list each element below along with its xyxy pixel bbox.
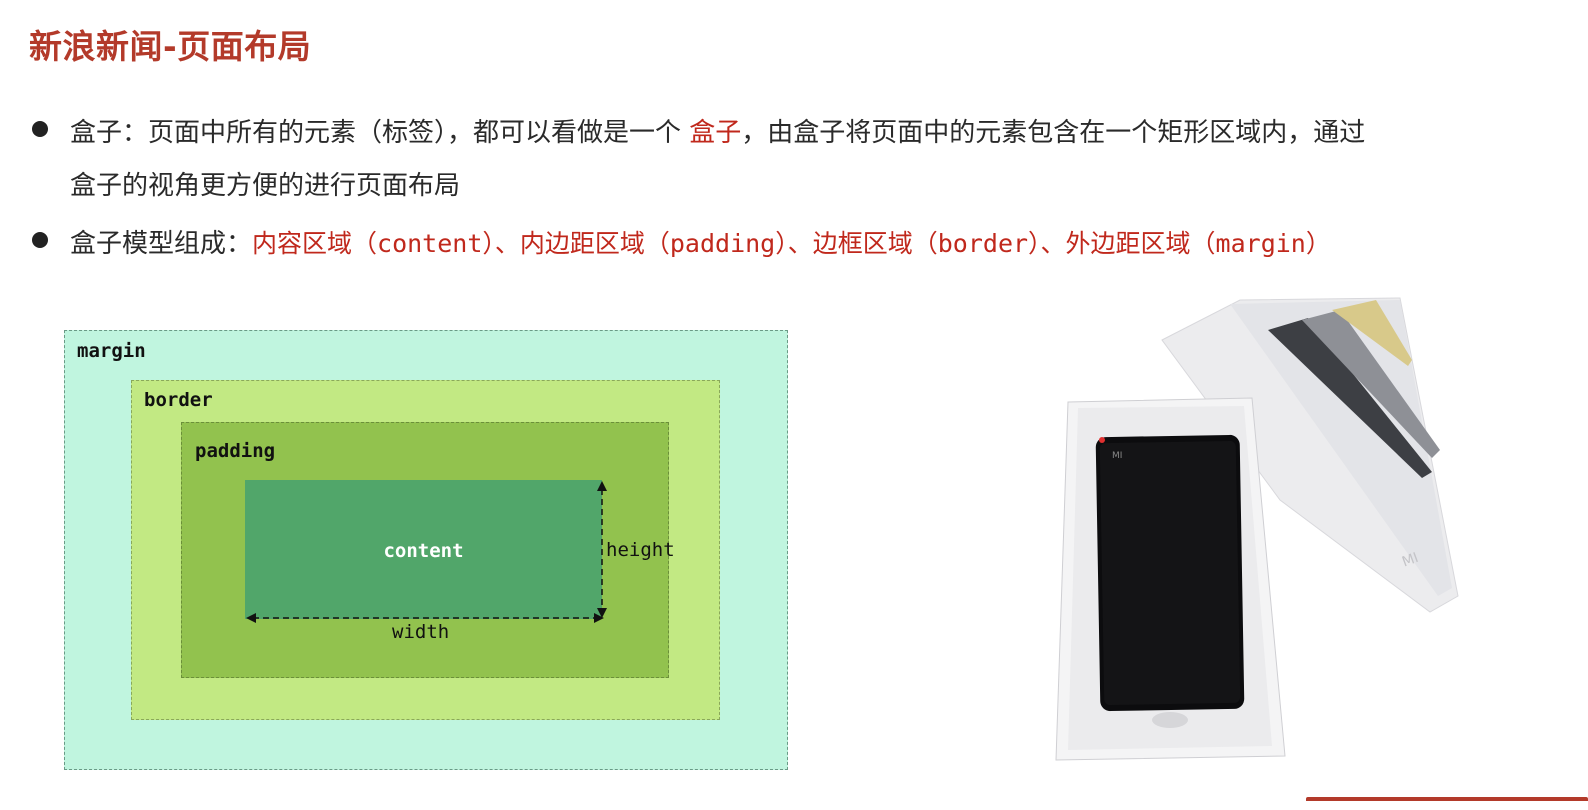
height-label: height [606,539,675,561]
slide: 新浪新闻-页面布局 盒子：页面中所有的元素（标签），都可以看做是一个 盒子，由盒… [0,0,1588,810]
red-marker [1099,437,1105,443]
tray-notch [1152,712,1188,728]
phone-logo: MI [1112,451,1122,461]
height-arrow-top-head [597,481,607,491]
width-label: width [392,621,450,643]
phone-screen [1099,440,1241,706]
width-arrow-left-head [246,613,256,623]
phone-box-image: MI MI [1055,297,1459,761]
accent-bar [1306,797,1588,801]
